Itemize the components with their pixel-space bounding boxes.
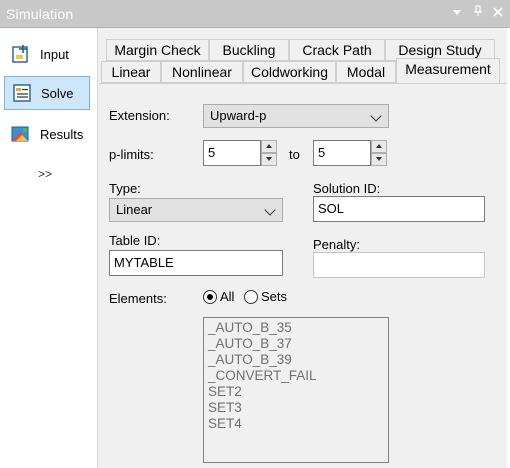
chevron-down-icon [264,204,276,216]
elements-all-label: All [220,289,235,304]
tab-crack-path[interactable]: Crack Path [289,39,385,61]
window-title: Simulation [6,6,74,22]
simulation-panel: Margin Check Buckling Crack Path Design … [97,28,507,468]
elements-all-radio[interactable]: All [203,289,234,304]
stepper-up-icon[interactable] [261,140,277,153]
measurement-tab-content: Extension: Upward-p p-limits: 5 to 5 Typ… [99,83,507,466]
type-label: Type: [109,181,141,196]
list-item: SET3 [208,400,242,415]
solution-id-field[interactable]: SOL [313,196,485,222]
tab-measurement[interactable]: Measurement [396,58,500,84]
tab-buckling[interactable]: Buckling [209,39,289,61]
plimit-from-field[interactable]: 5 [203,140,261,166]
elements-sets-radio[interactable]: Sets [244,289,287,304]
penalty-label: Penalty: [313,237,360,252]
radio-unselected-icon [244,289,258,304]
solution-id-label: Solution ID: [313,181,381,196]
type-value: Linear [116,202,153,217]
tab-linear[interactable]: Linear [101,61,161,83]
sidebar-item-results[interactable]: Results [4,117,90,151]
sets-listbox: _AUTO_B_35 _AUTO_B_37 _AUTO_B_39 _CONVER… [203,317,389,463]
sidebar-item-label: Results [40,126,84,142]
extension-label: Extension: [109,108,170,123]
plimit-to-field[interactable]: 5 [313,140,371,166]
sidebar-item-solve[interactable]: Solve [4,76,90,110]
chevron-down-icon [370,110,382,122]
sidebar-item-label: Input [40,46,69,62]
tab-margin-check[interactable]: Margin Check [106,39,209,61]
sidebar-item-input[interactable]: Input [4,37,90,71]
expand-sidebar-button[interactable]: >> [38,167,52,181]
elements-sets-label: Sets [261,289,288,304]
list-item: SET4 [208,416,242,431]
list-item: _AUTO_B_37 [208,336,292,351]
close-icon[interactable] [489,4,507,22]
penalty-field [313,252,485,278]
tab-coldworking[interactable]: Coldworking [243,61,336,83]
tab-nonlinear[interactable]: Nonlinear [161,61,243,83]
plimit-from-stepper[interactable] [261,140,277,166]
stepper-down-icon[interactable] [371,153,387,166]
sidebar: Input Solve Results >> [0,28,96,468]
input-icon [10,43,32,65]
window-titlebar: Simulation [0,0,510,28]
plimits-label: p-limits: [109,147,154,162]
sidebar-item-label: Solve [41,85,74,101]
list-item: _CONVERT_FAIL [208,368,317,383]
list-item: _AUTO_B_39 [208,352,292,367]
tab-modal[interactable]: Modal [336,61,396,83]
list-item: _AUTO_B_35 [208,320,292,335]
dropdown-icon[interactable] [448,4,466,22]
table-id-label: Table ID: [109,233,161,248]
list-item: SET2 [208,384,242,399]
stepper-down-icon[interactable] [261,153,277,166]
solve-icon [11,82,33,104]
extension-select[interactable]: Upward-p [203,104,389,128]
pin-icon[interactable] [469,4,487,22]
results-icon [10,123,32,145]
type-select[interactable]: Linear [109,198,283,222]
plimit-to-stepper[interactable] [371,140,387,166]
plimit-to-label: to [289,147,300,162]
table-id-field[interactable]: MYTABLE [109,250,283,276]
radio-selected-icon [203,289,217,304]
extension-value: Upward-p [210,108,267,123]
stepper-up-icon[interactable] [371,140,387,153]
elements-label: Elements: [109,291,167,306]
